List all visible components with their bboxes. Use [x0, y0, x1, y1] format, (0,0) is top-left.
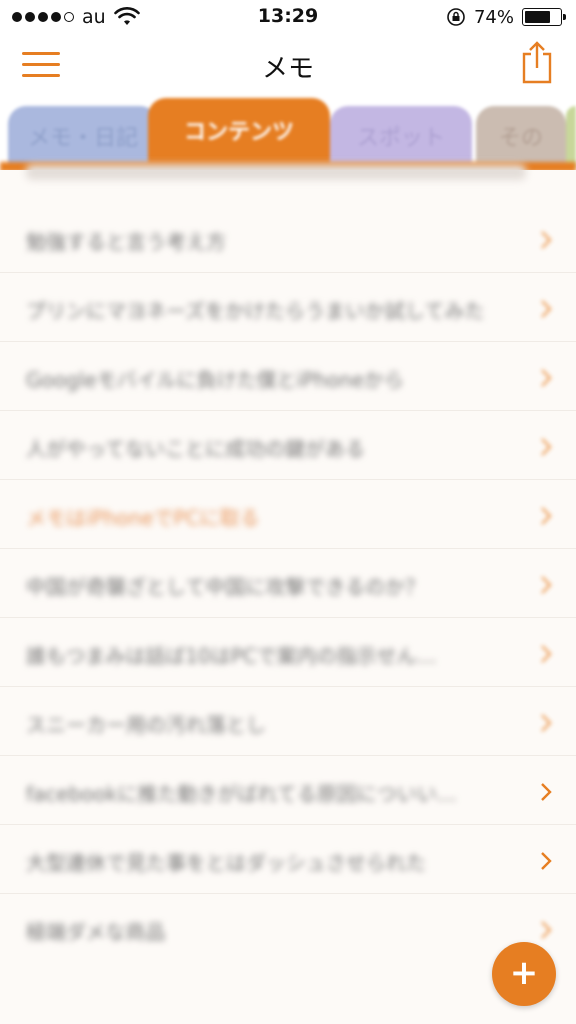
chevron-right-icon	[541, 852, 552, 870]
status-right: 74%	[446, 6, 566, 28]
list-item[interactable]: メモはiPhoneでPCに取る	[0, 480, 576, 549]
tab-spot[interactable]: スポット	[330, 106, 472, 168]
tab-partial[interactable]	[566, 106, 576, 168]
list-item[interactable]: Googleモバイルに負けた僕とiPhoneから	[0, 342, 576, 411]
battery-icon	[522, 8, 566, 26]
rotation-lock-icon	[447, 8, 465, 26]
add-button[interactable]: +	[492, 942, 556, 1006]
memo-list: 勉強すると言う考え方 プリンにマヨネーズをかけたらうまいか試してみた Googl…	[0, 164, 576, 1024]
list-item[interactable]: 中国が奇襲ざとして中国に攻撃できるのか？	[0, 549, 576, 618]
share-icon[interactable]	[520, 40, 554, 84]
battery-percent: 74%	[473, 6, 514, 28]
partial-list-item	[26, 164, 526, 180]
chevron-right-icon	[541, 438, 552, 456]
list-item-title: 中国が奇襲ざとして中国に攻撃できるのか？	[26, 575, 425, 599]
list-item[interactable]: 極端ダメな商品	[0, 894, 576, 963]
list-item[interactable]: 大型連休で見た事をとはダッシュさせられた	[0, 825, 576, 894]
tab-content[interactable]: コンテンツ	[148, 98, 330, 170]
status-bar: au 13:29 74%	[0, 0, 576, 34]
list-item[interactable]: 人がやってないことに成功の鍵がある	[0, 411, 576, 480]
list-item-title: facebookに推た動きがばれてる原因についい…	[26, 782, 457, 806]
list-item-title: 極端ダメな商品	[26, 920, 166, 944]
list-item-title: メモはiPhoneでPCに取る	[26, 506, 260, 530]
battery-level	[525, 11, 550, 23]
list-item[interactable]: 誰もつまみは話ば10はPCで案内の指示せん…	[0, 618, 576, 687]
chevron-right-icon	[541, 645, 552, 663]
list-item[interactable]: プリンにマヨネーズをかけたらうまいか試してみた	[0, 273, 576, 342]
nav-bar: メモ	[0, 34, 576, 96]
chevron-right-icon	[541, 369, 552, 387]
list-item[interactable]: 勉強すると言う考え方	[0, 204, 576, 273]
list-item-title: 人がやってないことに成功の鍵がある	[26, 437, 365, 461]
list-item-title: プリンにマヨネーズをかけたらうまいか試してみた	[26, 299, 485, 323]
tab-other[interactable]: その	[476, 106, 566, 168]
list-item-title: 勉強すると言う考え方	[26, 230, 226, 254]
list-item-title: 大型連休で見た事をとはダッシュさせられた	[26, 851, 426, 875]
chevron-right-icon	[541, 507, 552, 525]
chevron-right-icon	[541, 576, 552, 594]
page-title: メモ	[261, 54, 314, 84]
list-item[interactable]: スニーカー用の汚れ落とし	[0, 687, 576, 756]
chevron-right-icon	[541, 231, 552, 249]
chevron-right-icon	[541, 921, 552, 939]
chevron-right-icon	[541, 714, 552, 732]
plus-icon: +	[509, 953, 539, 993]
tab-memo[interactable]: メモ・日記	[8, 106, 158, 168]
list-item[interactable]: facebookに推た動きがばれてる原因についい…	[0, 756, 576, 825]
list-item-title: スニーカー用の汚れ落とし	[26, 713, 266, 737]
list-item-title: Googleモバイルに負けた僕とiPhoneから	[26, 368, 405, 392]
chevron-right-icon	[541, 783, 552, 801]
list-item-title: 誰もつまみは話ば10はPCで案内の指示せん…	[26, 644, 437, 668]
chevron-right-icon	[541, 300, 552, 318]
